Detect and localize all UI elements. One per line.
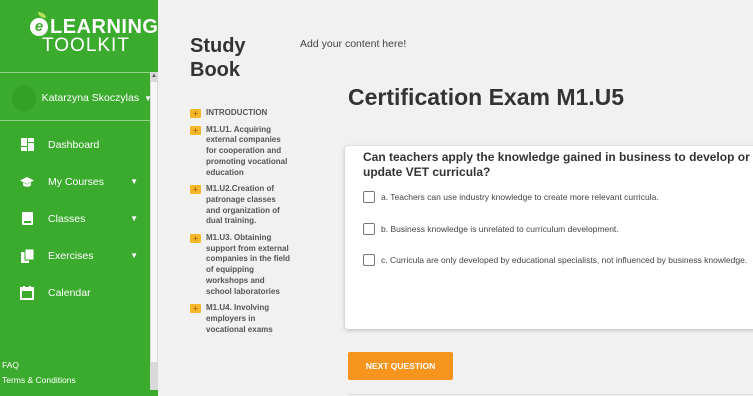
- answer-option-b[interactable]: b. Business knowledge is unrelated to cu…: [363, 223, 753, 235]
- footer-links: FAQ Terms & Conditions: [0, 358, 76, 388]
- user-menu[interactable]: Katarzyna Skoczylas ▼: [12, 84, 152, 112]
- sidebar-item-dashboard[interactable]: Dashboard: [0, 126, 150, 163]
- toc-item-label: M1.U3. Obtaining support from external c…: [206, 233, 291, 296]
- toc-item-label: M1.U1. Acquiring external companies for …: [206, 124, 288, 177]
- dashboard-icon: [20, 138, 34, 152]
- logo-mark: e: [30, 18, 48, 36]
- answer-checkbox[interactable]: [363, 191, 375, 203]
- book-icon: [20, 212, 34, 226]
- answer-label: a. Teachers can use industry knowledge t…: [381, 192, 659, 202]
- calendar-icon: [20, 285, 34, 300]
- toc-item[interactable]: + M1.U3. Obtaining support from external …: [190, 233, 290, 297]
- caret-down-icon: ▼: [130, 214, 138, 223]
- sidebar: e LEARNING TOOLKIT Katarzyna Skoczylas ▼…: [0, 0, 158, 396]
- copy-icon: [20, 248, 34, 263]
- study-book-title: Study Book: [190, 35, 246, 81]
- sidebar-item-exercises[interactable]: Exercises ▼: [0, 237, 150, 274]
- avatar: [12, 85, 36, 111]
- answer-option-a[interactable]: a. Teachers can use industry knowledge t…: [363, 191, 753, 203]
- sidebar-item-calendar[interactable]: Calendar: [0, 274, 150, 311]
- plus-folder-icon: +: [190, 234, 201, 244]
- user-name: Katarzyna Skoczylas: [41, 92, 140, 104]
- answer-label: b. Business knowledge is unrelated to cu…: [381, 224, 619, 234]
- terms-link[interactable]: Terms & Conditions: [2, 373, 76, 388]
- plus-folder-icon: +: [190, 185, 201, 195]
- table-of-contents: + INTRODUCTION + M1.U1. Acquiring external…: [190, 108, 290, 341]
- sidebar-scrollbar[interactable]: ▲: [150, 72, 158, 390]
- sidebar-item-classes[interactable]: Classes ▼: [0, 200, 150, 237]
- sidebar-nav: Dashboard My Courses ▼ Classes ▼ Exercis…: [0, 126, 150, 311]
- toc-item[interactable]: + M1.U4. Involving employers in vocationa…: [190, 303, 290, 335]
- question-card: Can teachers apply the knowledge gained …: [345, 146, 753, 329]
- sidebar-item-label: Dashboard: [48, 138, 100, 151]
- faq-link[interactable]: FAQ: [2, 358, 76, 373]
- caret-down-icon: ▼: [130, 251, 138, 260]
- sidebar-item-label: Classes: [48, 212, 86, 225]
- divider: [0, 72, 150, 73]
- exam-title: Certification Exam M1.U5: [348, 84, 625, 110]
- plus-folder-icon: +: [190, 109, 201, 118]
- toc-item[interactable]: + INTRODUCTION: [190, 108, 290, 119]
- scroll-thumb[interactable]: [151, 82, 157, 362]
- toc-item-label: M1.U4. Involving employers in vocational…: [206, 303, 273, 334]
- plus-folder-icon: +: [190, 125, 201, 135]
- next-question-button[interactable]: NEXT QUESTION: [348, 352, 453, 380]
- answer-option-c[interactable]: c. Curricula are only developed by educa…: [363, 254, 753, 266]
- add-content-text: Add your content here!: [300, 38, 407, 50]
- logo-line2: TOOLKIT: [42, 35, 130, 56]
- caret-down-icon: ▼: [130, 177, 138, 186]
- logo[interactable]: e LEARNING TOOLKIT: [30, 12, 158, 56]
- answer-label: c. Curricula are only developed by educa…: [381, 255, 748, 265]
- plus-folder-icon: +: [190, 304, 201, 314]
- toc-item[interactable]: + M1.U1. Acquiring external companies for…: [190, 125, 290, 179]
- sidebar-item-label: Calendar: [48, 286, 91, 299]
- toc-item-label: INTRODUCTION: [206, 108, 268, 117]
- divider: [0, 120, 150, 121]
- sidebar-item-my-courses[interactable]: My Courses ▼: [0, 163, 150, 200]
- graduation-cap-icon: [20, 175, 34, 189]
- divider: [348, 394, 753, 395]
- answer-checkbox[interactable]: [363, 254, 375, 266]
- toc-item-label: M1.U2.Creation of patronage classes and …: [206, 184, 280, 226]
- sidebar-item-label: Exercises: [48, 249, 94, 262]
- scroll-up-icon[interactable]: ▲: [150, 72, 158, 81]
- toc-item[interactable]: + M1.U2.Creation of patronage classes and…: [190, 184, 290, 227]
- sidebar-item-label: My Courses: [48, 175, 105, 188]
- answer-checkbox[interactable]: [363, 223, 375, 235]
- question-text: Can teachers apply the knowledge gained …: [363, 150, 750, 179]
